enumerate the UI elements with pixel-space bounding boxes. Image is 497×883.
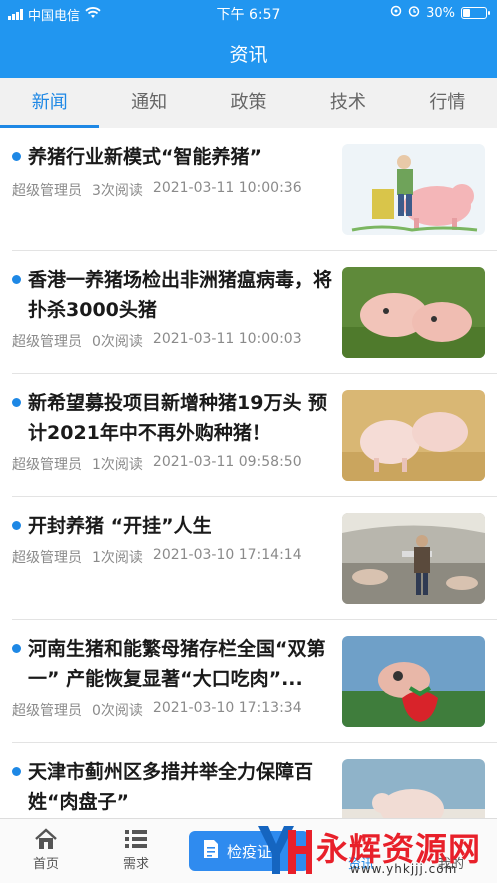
news-title: 养猪行业新模式“智能养猪” <box>12 142 332 172</box>
news-meta: 超级管理员 0次阅读 2021-03-10 17:13:34 <box>12 700 302 720</box>
nav-home[interactable]: 首页 <box>11 825 81 872</box>
home-icon <box>11 825 81 853</box>
list-item[interactable]: 天津市蓟州区多措并举全力保障百姓“肉盘子” <box>0 743 497 818</box>
tab-market[interactable]: 行情 <box>398 78 497 128</box>
news-meta: 超级管理员 3次阅读 2021-03-11 10:00:36 <box>12 180 302 200</box>
nav-demand-label: 需求 <box>122 857 149 872</box>
list-item[interactable]: 新希望募投项目新增种猪19万头 预计2021年中不再外购种猪！ 超级管理员 1次… <box>0 374 497 497</box>
news-author: 超级管理员 <box>12 703 82 719</box>
alarm-icon <box>408 5 420 21</box>
nav-demand[interactable]: 需求 <box>101 825 171 872</box>
list-item[interactable]: 开封养猪 “开挂”人生 超级管理员 1次阅读 2021-03-10 17:14:… <box>0 497 497 620</box>
news-icon <box>326 825 396 853</box>
news-date: 2021-03-11 09:58:50 <box>152 454 302 470</box>
document-icon <box>203 839 219 863</box>
list-item[interactable]: 河南生猪和能繁母猪存栏全国“双第一” 产能恢复显著“大口吃肉”... 超级管理员… <box>0 620 497 743</box>
tab-notices[interactable]: 通知 <box>99 78 198 128</box>
news-reads: 1次阅读 <box>92 457 143 473</box>
news-reads: 0次阅读 <box>92 334 143 350</box>
news-date: 2021-03-10 17:14:14 <box>152 547 302 563</box>
tab-policy[interactable]: 政策 <box>199 78 298 128</box>
tab-news[interactable]: 新闻 <box>0 78 100 128</box>
check-button-label: 检疫证 <box>227 842 273 861</box>
news-thumbnail <box>342 759 485 818</box>
page-title: 资讯 <box>229 44 268 66</box>
news-title: 天津市蓟州区多措并举全力保障百姓“肉盘子” <box>12 757 332 817</box>
news-thumbnail <box>342 636 485 727</box>
news-meta: 超级管理员 1次阅读 2021-03-10 17:14:14 <box>12 547 302 567</box>
nav-home-label: 首页 <box>32 857 59 872</box>
nav-mine[interactable]: 我的 <box>416 825 486 872</box>
nav-news[interactable]: 资讯 <box>326 825 396 872</box>
location-icon <box>390 5 402 21</box>
news-thumbnail <box>342 144 485 235</box>
list-icon <box>101 825 171 853</box>
quarantine-certificate-button[interactable]: 检疫证 <box>189 831 309 871</box>
news-list: 养猪行业新模式“智能养猪” 超级管理员 3次阅读 2021-03-11 10:0… <box>0 128 497 818</box>
list-item[interactable]: 养猪行业新模式“智能养猪” 超级管理员 3次阅读 2021-03-11 10:0… <box>0 128 497 251</box>
news-date: 2021-03-10 17:13:34 <box>152 700 302 716</box>
news-meta: 超级管理员 0次阅读 2021-03-11 10:00:03 <box>12 331 302 351</box>
news-author: 超级管理员 <box>12 334 82 350</box>
news-title: 新希望募投项目新增种猪19万头 预计2021年中不再外购种猪！ <box>12 388 332 448</box>
category-tabs: 新闻 通知 政策 技术 行情 <box>0 78 497 128</box>
news-thumbnail <box>342 390 485 481</box>
news-reads: 1次阅读 <box>92 550 143 566</box>
news-meta: 超级管理员 1次阅读 2021-03-11 09:58:50 <box>12 454 302 474</box>
bottom-nav: 首页 需求 检疫证 资讯 我的 <box>0 818 497 883</box>
status-bar: 中国电信 下午 6:57 30% <box>0 0 497 26</box>
news-author: 超级管理员 <box>12 183 82 199</box>
news-reads: 0次阅读 <box>92 703 143 719</box>
news-title: 开封养猪 “开挂”人生 <box>12 511 332 541</box>
nav-news-label: 资讯 <box>347 857 374 872</box>
news-author: 超级管理员 <box>12 550 82 566</box>
list-item[interactable]: 香港一养猪场检出非洲猪瘟病毒，将扑杀3000头猪 超级管理员 0次阅读 2021… <box>0 251 497 374</box>
news-thumbnail <box>342 267 485 358</box>
user-icon <box>416 825 486 853</box>
news-date: 2021-03-11 10:00:36 <box>152 180 302 196</box>
news-author: 超级管理员 <box>12 457 82 473</box>
tab-technology[interactable]: 技术 <box>298 78 397 128</box>
news-date: 2021-03-11 10:00:03 <box>152 331 302 347</box>
battery-label: 30% <box>426 5 455 21</box>
news-title: 河南生猪和能繁母猪存栏全国“双第一” 产能恢复显著“大口吃肉”... <box>12 634 332 694</box>
app-header: 中国电信 下午 6:57 30% 资讯 <box>0 0 497 78</box>
news-reads: 3次阅读 <box>92 183 143 199</box>
nav-mine-label: 我的 <box>437 857 464 872</box>
battery-icon <box>461 7 490 19</box>
news-title: 香港一养猪场检出非洲猪瘟病毒，将扑杀3000头猪 <box>12 265 332 325</box>
news-thumbnail <box>342 513 485 604</box>
